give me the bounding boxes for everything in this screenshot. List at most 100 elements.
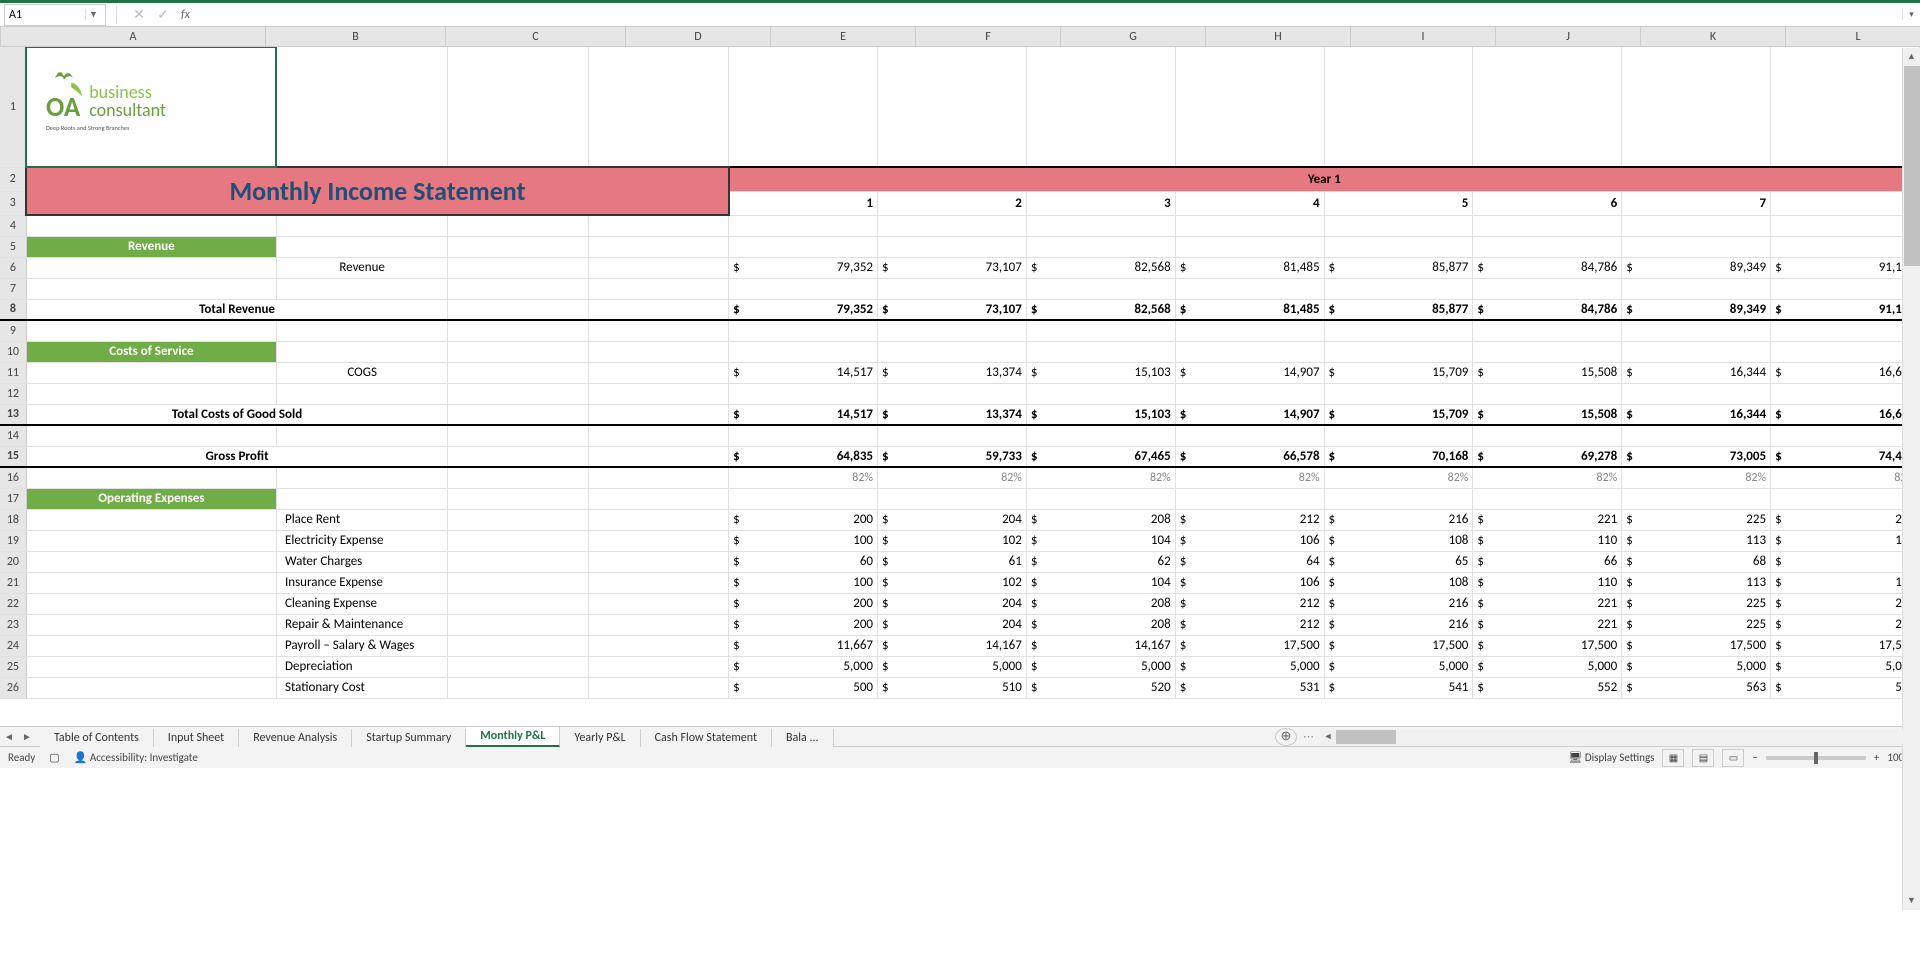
- sheet-tab-revenue-analysis[interactable]: Revenue Analysis: [239, 729, 352, 747]
- cell[interactable]: [26, 677, 276, 698]
- cell[interactable]: [448, 404, 588, 425]
- row-header-6[interactable]: 6: [0, 257, 26, 278]
- column-header-I[interactable]: I: [1351, 27, 1496, 46]
- value-cell[interactable]: $81,485: [1175, 299, 1324, 320]
- cell[interactable]: [729, 488, 878, 509]
- cell[interactable]: [1175, 320, 1324, 341]
- value-cell[interactable]: $5,000: [1324, 656, 1473, 677]
- page-layout-view-button[interactable]: ▤: [1692, 749, 1714, 767]
- value-cell[interactable]: $68: [1622, 551, 1771, 572]
- value-cell[interactable]: $113: [1622, 572, 1771, 593]
- row-header-15[interactable]: 15: [0, 446, 26, 467]
- sheet-tab-bala-[interactable]: Bala ...: [772, 729, 834, 747]
- value-cell[interactable]: $73,005: [1622, 446, 1771, 467]
- value-cell[interactable]: $69,278: [1473, 446, 1622, 467]
- cell[interactable]: [1622, 383, 1771, 404]
- scroll-down-icon[interactable]: ▼: [1903, 892, 1920, 910]
- cell[interactable]: [1771, 425, 1920, 446]
- row-header-25[interactable]: 25: [0, 656, 26, 677]
- cell[interactable]: [26, 530, 276, 551]
- cell[interactable]: [729, 236, 878, 257]
- value-cell[interactable]: $510: [878, 677, 1027, 698]
- cell[interactable]: [1324, 278, 1473, 299]
- value-cell[interactable]: $225: [1622, 614, 1771, 635]
- row-header-5[interactable]: 5: [0, 236, 26, 257]
- value-cell[interactable]: $11,667: [729, 635, 878, 656]
- opex-label[interactable]: Payroll – Salary & Wages: [276, 635, 447, 656]
- column-header-E[interactable]: E: [771, 27, 916, 46]
- revenue-label[interactable]: Revenue: [276, 257, 447, 278]
- cogs-label[interactable]: COGS: [276, 362, 447, 383]
- value-cell[interactable]: $62: [1026, 551, 1175, 572]
- column-header-G[interactable]: G: [1061, 27, 1206, 46]
- cell[interactable]: [26, 257, 276, 278]
- value-cell[interactable]: $113: [1622, 530, 1771, 551]
- cell[interactable]: [448, 215, 588, 236]
- row-header-22[interactable]: 22: [0, 593, 26, 614]
- cell[interactable]: [26, 362, 276, 383]
- value-cell[interactable]: $74,484: [1771, 446, 1920, 467]
- total-cogs-label[interactable]: Total Costs of Good Sold: [26, 404, 447, 425]
- value-cell[interactable]: $225: [1622, 593, 1771, 614]
- value-cell[interactable]: $204: [878, 593, 1027, 614]
- scroll-up-icon[interactable]: ▲: [1903, 48, 1920, 66]
- value-cell[interactable]: $541: [1324, 677, 1473, 698]
- name-box-dropdown-icon[interactable]: ▼: [85, 9, 101, 20]
- cell[interactable]: [276, 341, 447, 362]
- display-settings-button[interactable]: 🖥 Display Settings: [1568, 751, 1654, 764]
- value-cell[interactable]: $60: [729, 551, 878, 572]
- sheet-tab-startup-summary[interactable]: Startup Summary: [352, 729, 466, 747]
- value-cell[interactable]: $91,161: [1771, 257, 1920, 278]
- value-cell[interactable]: $216: [1324, 593, 1473, 614]
- value-cell[interactable]: $59,733: [878, 446, 1027, 467]
- cell[interactable]: [588, 656, 728, 677]
- cell[interactable]: [729, 341, 878, 362]
- accessibility-button[interactable]: 👤 Accessibility: Investigate: [74, 751, 198, 764]
- sheet-tab-monthly-p-l[interactable]: Monthly P&L: [466, 727, 560, 747]
- cell[interactable]: [448, 656, 588, 677]
- cell[interactable]: [1771, 341, 1920, 362]
- value-cell[interactable]: $17,500: [1771, 635, 1920, 656]
- cell[interactable]: [878, 425, 1027, 446]
- sheet-tab-cash-flow-statement[interactable]: Cash Flow Statement: [641, 729, 772, 747]
- cell[interactable]: [1026, 488, 1175, 509]
- column-header-L[interactable]: L: [1786, 27, 1920, 46]
- cell[interactable]: [1622, 341, 1771, 362]
- row-header-2[interactable]: 2: [0, 167, 26, 191]
- value-cell[interactable]: $64: [1175, 551, 1324, 572]
- opex-label[interactable]: Electricity Expense: [276, 530, 447, 551]
- scroll-thumb[interactable]: [1904, 66, 1920, 266]
- cell[interactable]: [1473, 320, 1622, 341]
- cell[interactable]: [1324, 425, 1473, 446]
- month-header-1[interactable]: 1: [729, 191, 878, 215]
- total-revenue-label[interactable]: Total Revenue: [26, 299, 447, 320]
- cell[interactable]: [26, 320, 276, 341]
- cell[interactable]: [26, 425, 276, 446]
- value-cell[interactable]: $70,168: [1324, 446, 1473, 467]
- opex-label[interactable]: Insurance Expense: [276, 572, 447, 593]
- value-cell[interactable]: $108: [1324, 572, 1473, 593]
- cell[interactable]: [1175, 488, 1324, 509]
- cell[interactable]: [448, 488, 588, 509]
- cell[interactable]: [878, 47, 1027, 167]
- enter-icon[interactable]: ✓: [151, 6, 175, 23]
- row-header-24[interactable]: 24: [0, 635, 26, 656]
- row-header-20[interactable]: 20: [0, 551, 26, 572]
- gp-pct[interactable]: 82%: [1026, 467, 1175, 488]
- gp-pct[interactable]: 82%: [729, 467, 878, 488]
- value-cell[interactable]: $102: [878, 572, 1027, 593]
- value-cell[interactable]: $230: [1771, 614, 1920, 635]
- cell[interactable]: [1473, 236, 1622, 257]
- cell[interactable]: [1473, 47, 1622, 167]
- value-cell[interactable]: $84,786: [1473, 299, 1622, 320]
- cell[interactable]: [1622, 215, 1771, 236]
- row-header-1[interactable]: 1: [0, 47, 26, 167]
- value-cell[interactable]: $110: [1473, 530, 1622, 551]
- value-cell[interactable]: $200: [729, 614, 878, 635]
- value-cell[interactable]: $102: [878, 530, 1027, 551]
- cell[interactable]: [1324, 320, 1473, 341]
- value-cell[interactable]: $79,352: [729, 299, 878, 320]
- value-cell[interactable]: $73,107: [878, 257, 1027, 278]
- value-cell[interactable]: $66: [1473, 551, 1622, 572]
- sheet-tab-table-of-contents[interactable]: Table of Contents: [40, 729, 154, 747]
